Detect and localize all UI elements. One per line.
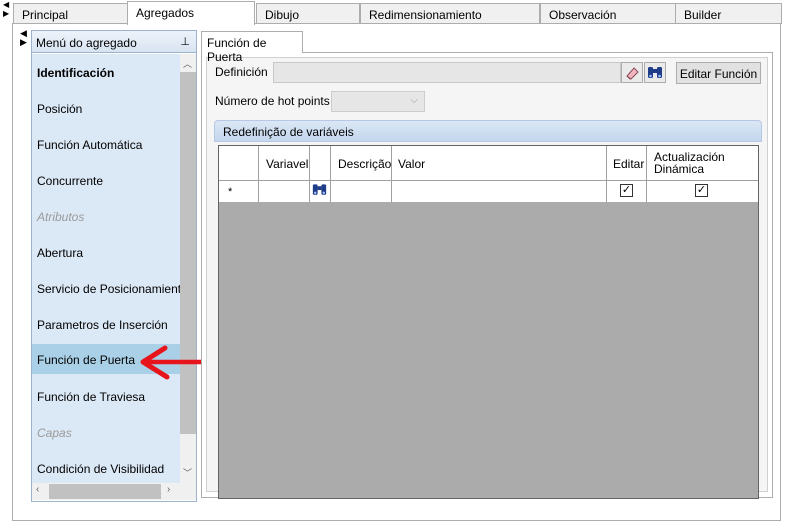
side-item-identificacion[interactable]: Identificación	[32, 57, 180, 87]
grid-header-editar[interactable]: Editar	[607, 146, 647, 180]
grid-header-actualizacion[interactable]: Actualización Dinámica	[647, 146, 758, 180]
variables-group-header: Redefinição de variáveis	[214, 120, 762, 142]
tab-label: Principal	[22, 8, 69, 22]
scroll-right-icon[interactable]: ›	[167, 484, 170, 495]
binoculars-icon[interactable]	[310, 181, 329, 200]
side-category-atributos: Atributos	[37, 210, 85, 224]
chevron-down-icon: ⌵	[410, 95, 418, 106]
tab-agregados[interactable]: Agregados	[127, 1, 255, 25]
tab-builder[interactable]: Builder	[675, 3, 782, 24]
binoculars-icon	[648, 67, 662, 78]
scroll-left-icon[interactable]: ‹	[36, 484, 39, 495]
grid-header-descricao[interactable]: Descrição	[331, 146, 392, 180]
tab-dibujo[interactable]: Dibujo	[256, 3, 360, 24]
scroll-thumb[interactable]	[49, 484, 161, 499]
tab-observacion[interactable]: Observación	[540, 3, 676, 24]
definicion-field[interactable]	[273, 62, 621, 83]
tab-label: Builder	[684, 8, 722, 22]
table-row-new[interactable]: * ✓ ✓	[219, 181, 758, 202]
side-item-concurrente[interactable]: Concurrente	[32, 165, 180, 195]
cell-search[interactable]	[310, 181, 331, 202]
grid-header-cell	[219, 146, 259, 180]
new-row-marker: *	[228, 186, 233, 198]
side-menu-list: Identificación Posición Función Automáti…	[32, 54, 180, 483]
scrollbar-corner	[180, 483, 196, 500]
tab-label: Observación	[549, 8, 617, 22]
side-item-funcion-automatica[interactable]: Función Automática	[32, 129, 180, 159]
side-menu: Menú do agregado ⊥ Identificación Posici…	[31, 30, 197, 502]
tab-redimensionamiento[interactable]: Redimensionamiento	[360, 3, 540, 24]
grid-header: Variavel Descrição Valor Editar Actualiz…	[219, 146, 758, 181]
tab-principal[interactable]: Principal	[13, 3, 128, 24]
pin-icon[interactable]: ⊥	[180, 35, 190, 48]
definicion-label: Definición	[215, 65, 268, 79]
eraser-icon	[626, 67, 639, 80]
side-item-parametros-insercion[interactable]: Parametros de Inserción	[32, 309, 180, 339]
grid-header-search	[310, 146, 331, 180]
hot-points-label: Número de hot points	[215, 94, 330, 108]
clear-button[interactable]	[621, 62, 643, 83]
side-menu-vertical-scrollbar[interactable]: ︿ ﹀	[180, 54, 196, 483]
side-item-servicio-posicionamiento[interactable]: Servicio de Posicionamiento	[32, 273, 180, 303]
side-menu-title: Menú do agregado	[36, 36, 137, 50]
grid-header-valor[interactable]: Valor	[392, 146, 607, 180]
side-menu-horizontal-scrollbar[interactable]: ‹ ›	[32, 483, 180, 500]
search-button[interactable]	[644, 62, 666, 83]
editar-funcion-button[interactable]: Editar Función	[676, 62, 761, 84]
side-category-capas: Capas	[37, 426, 72, 440]
cell-actualizacion: ✓	[647, 181, 758, 202]
tab-label: Agregados	[136, 6, 195, 20]
cell-editar: ✓	[607, 181, 647, 202]
tab-funcion-puerta[interactable]: Función de Puerta	[201, 31, 303, 64]
hot-points-select[interactable]: ⌵	[331, 91, 425, 112]
cell-variavel[interactable]	[259, 181, 310, 202]
variables-group-title: Redefinição de variáveis	[223, 125, 354, 139]
side-item-condicion-visibilidad[interactable]: Condición de Visibilidad	[32, 453, 180, 483]
cell-descricao[interactable]	[331, 181, 392, 202]
scroll-down-icon[interactable]: ﹀	[183, 466, 192, 479]
row-header-cell: *	[219, 181, 259, 202]
side-item-abertura[interactable]: Abertura	[32, 237, 180, 267]
cell-valor[interactable]	[392, 181, 607, 202]
scroll-up-icon[interactable]: ︿	[183, 57, 192, 70]
side-item-funcion-traviesa[interactable]: Función de Traviesa	[32, 381, 180, 411]
side-menu-header: Menú do agregado ⊥	[32, 31, 196, 53]
grid-header-variavel[interactable]: Variavel	[259, 146, 310, 180]
tab-label: Redimensionamiento	[369, 8, 482, 22]
actualizacion-checkbox[interactable]: ✓	[695, 184, 708, 197]
menu-collapse-right-icon[interactable]: ▶	[20, 38, 27, 47]
tab-label: Dibujo	[265, 8, 300, 22]
editar-checkbox[interactable]: ✓	[620, 184, 633, 197]
variables-grid[interactable]: Variavel Descrição Valor Editar Actualiz…	[218, 145, 759, 499]
side-item-posicion[interactable]: Posición	[32, 93, 180, 123]
tab-scroll-right-icon[interactable]: ▶	[3, 9, 13, 19]
tab-bar: ◀ ▶ Principal Agregados Dibujo Redimensi…	[0, 0, 793, 25]
